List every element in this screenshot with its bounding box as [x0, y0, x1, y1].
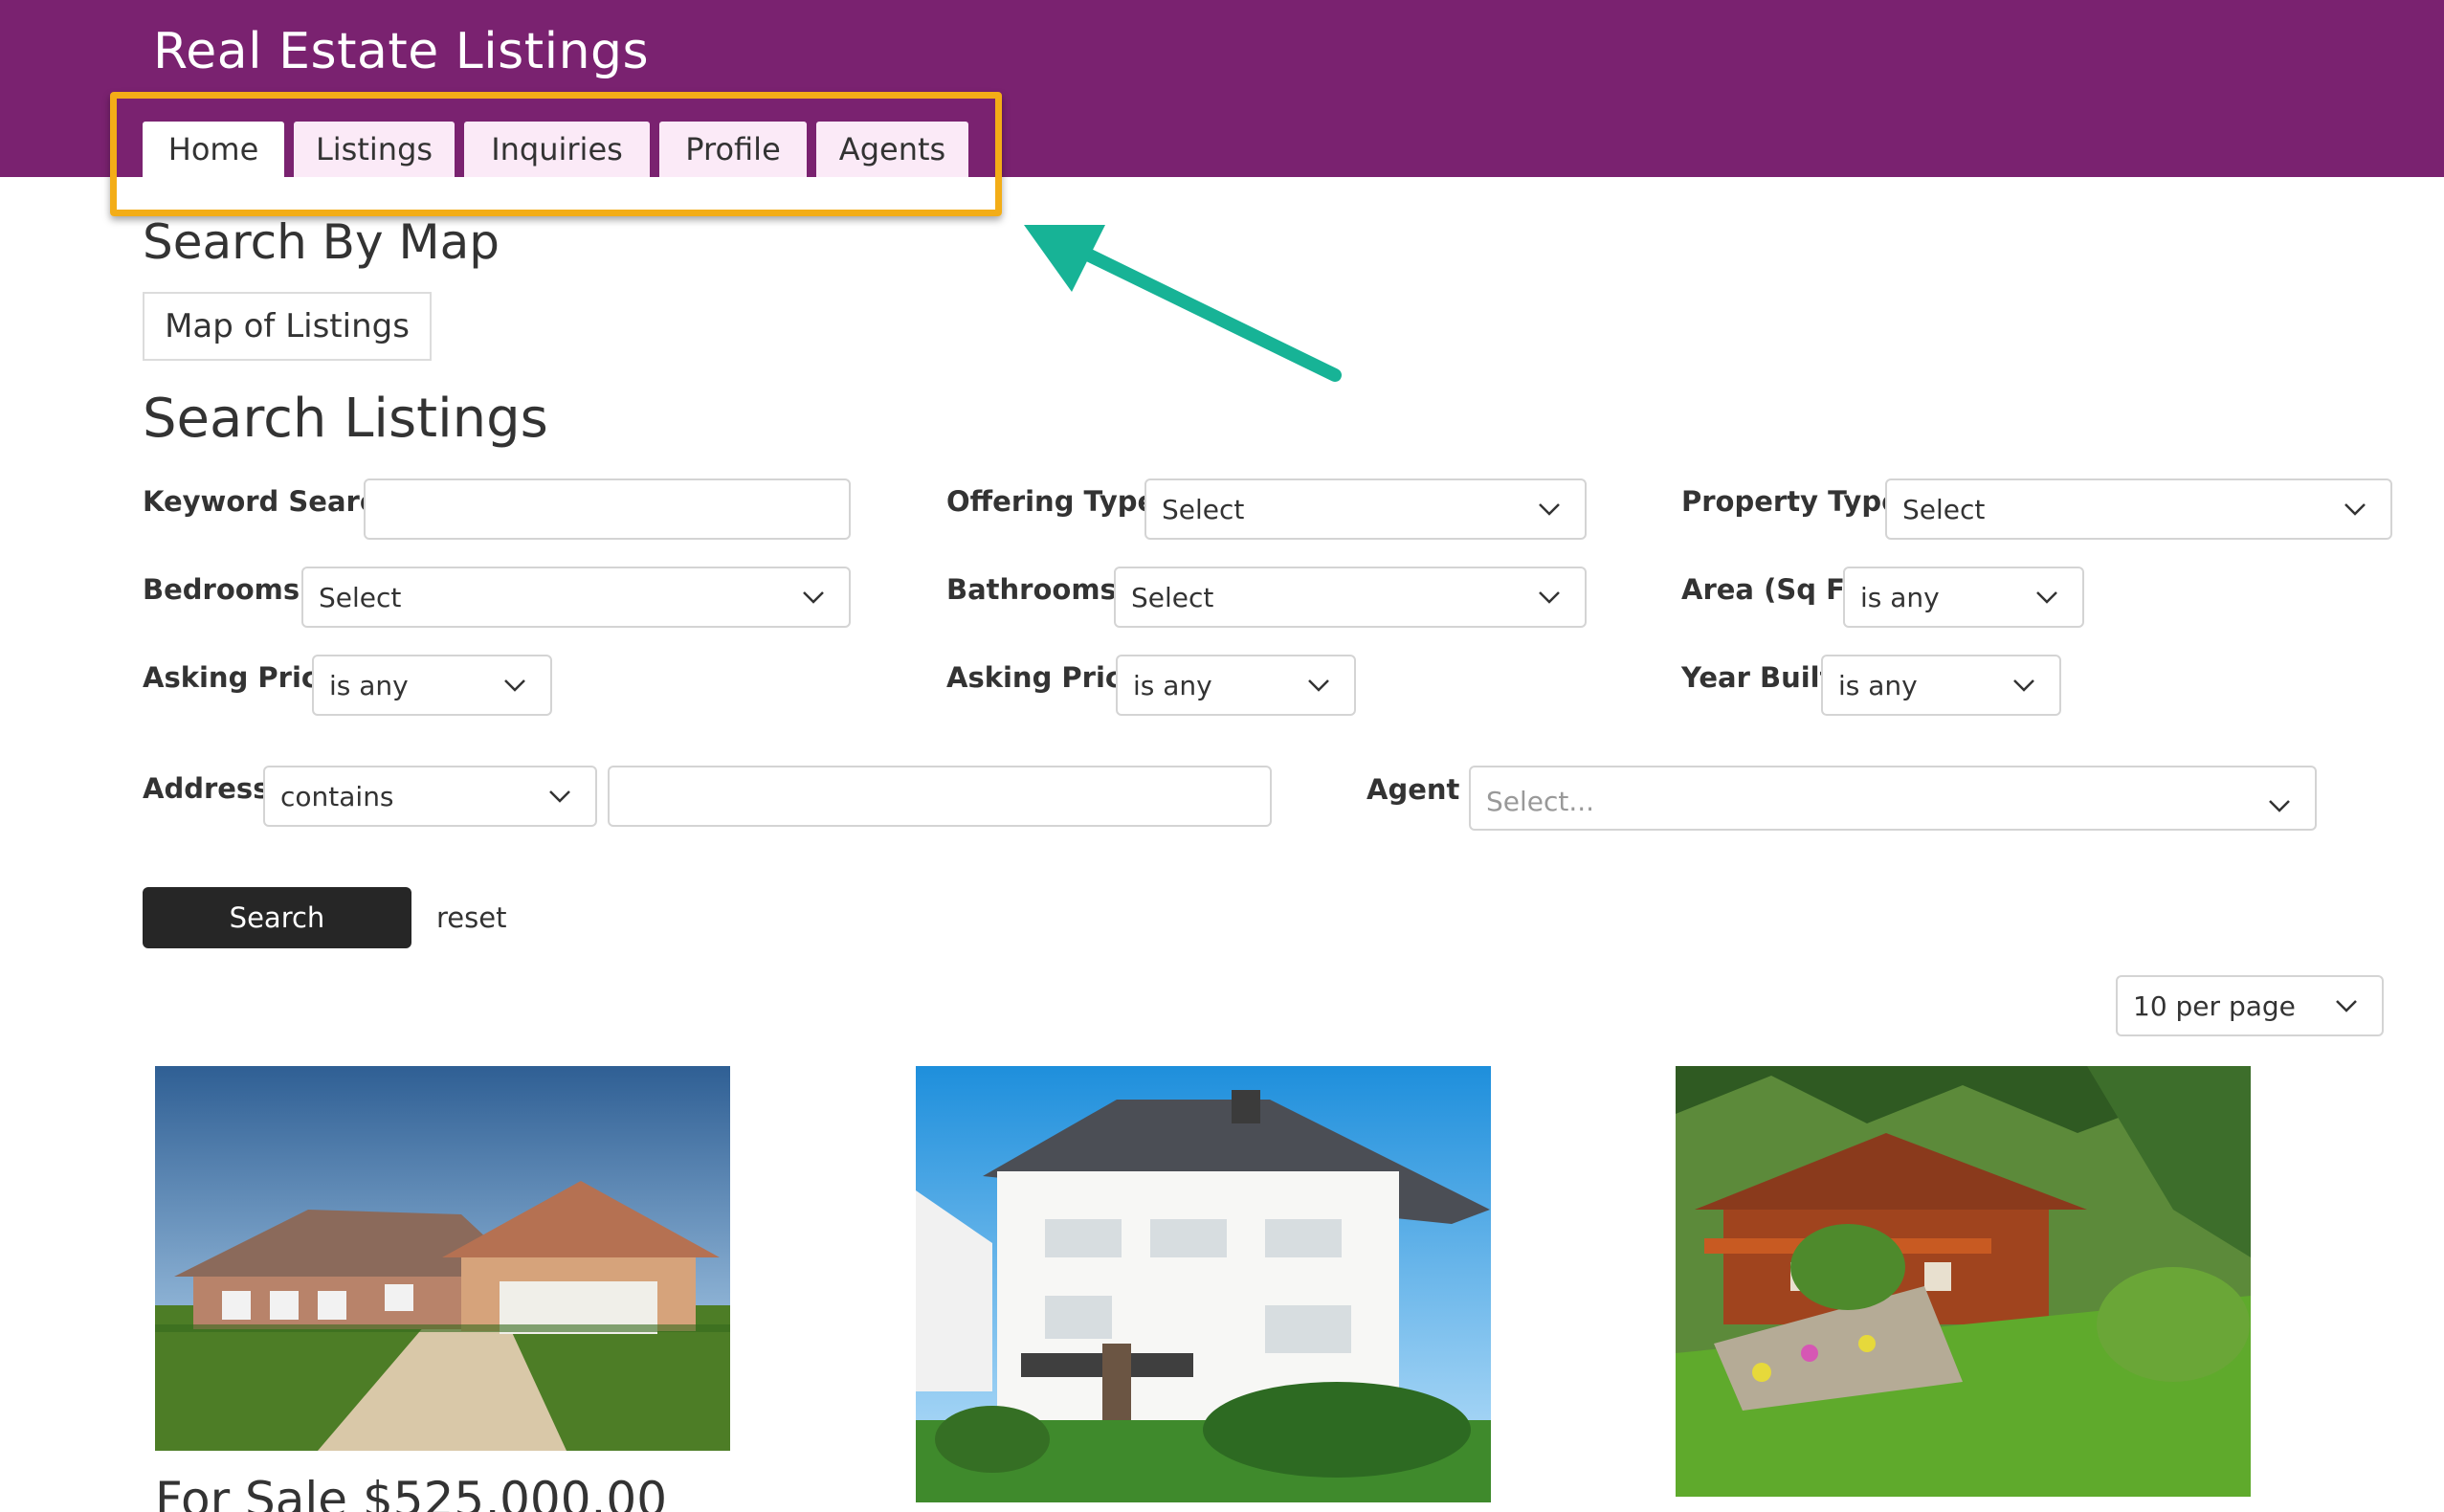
agent-select[interactable]: Select...	[1469, 766, 2317, 831]
year-built-select[interactable]: is any	[1821, 655, 2061, 716]
year-built-label: Year Built	[1681, 661, 1833, 694]
agent-label: Agent	[1366, 773, 1460, 806]
tab-inquiries[interactable]: Inquiries	[464, 122, 650, 177]
chevron-down-icon	[1539, 591, 1560, 604]
keyword-search-label: Keyword Search	[143, 485, 396, 518]
tab-listings[interactable]: Listings	[294, 122, 455, 177]
chevron-down-icon	[1308, 679, 1329, 692]
listing-photo-2[interactable]	[916, 1066, 1491, 1502]
address-operator-select[interactable]: contains	[263, 766, 597, 827]
area-select[interactable]: is any	[1843, 567, 2084, 628]
chevron-down-icon	[2013, 679, 2034, 692]
annotation-arrow-icon	[1024, 225, 1342, 382]
chevron-down-icon	[2344, 503, 2366, 516]
chevron-down-icon	[2269, 800, 2290, 812]
address-operator-value: contains	[280, 780, 394, 812]
tab-home[interactable]: Home	[143, 122, 284, 177]
year-built-value: is any	[1838, 669, 1918, 701]
listing-photo-3[interactable]	[1676, 1066, 2251, 1497]
offering-type-label: Offering Type	[946, 485, 1157, 518]
chevron-down-icon	[504, 679, 525, 692]
asking-price-value: is any	[329, 669, 409, 701]
per-page-select[interactable]: 10 per page	[2116, 975, 2384, 1036]
property-type-label: Property Type	[1681, 485, 1900, 518]
search-section-title: Search Listings	[143, 388, 548, 450]
tab-agents[interactable]: Agents	[816, 122, 968, 177]
map-of-listings-button[interactable]: Map of Listings	[143, 292, 432, 361]
site-header: Real Estate Listings Home Listings Inqui…	[0, 0, 2444, 177]
offering-type-select[interactable]: Select	[1144, 478, 1587, 540]
map-section-title: Search By Map	[143, 214, 500, 270]
main-nav: Home Listings Inquiries Profile Agents	[143, 122, 968, 177]
chevron-down-icon	[2336, 1000, 2357, 1012]
chevron-down-icon	[803, 591, 824, 604]
bedrooms-select[interactable]: Select	[301, 567, 851, 628]
offering-type-value: Select	[1162, 493, 1245, 525]
property-type-value: Select	[1902, 493, 1986, 525]
chevron-down-icon	[549, 790, 570, 803]
asking-price-label: Asking Price	[143, 661, 337, 694]
listing-price-1: For Sale $525,000.00	[155, 1472, 668, 1512]
listing-photo-1[interactable]	[155, 1066, 730, 1451]
bedrooms-label: Bedrooms	[143, 573, 300, 606]
reset-link[interactable]: reset	[436, 901, 506, 934]
area-value: is any	[1860, 581, 1940, 613]
keyword-search-input[interactable]	[364, 478, 851, 540]
search-button[interactable]: Search	[143, 887, 411, 948]
chevron-down-icon	[1539, 503, 1560, 516]
agent-placeholder: Select...	[1486, 785, 1595, 817]
bathrooms-select[interactable]: Select	[1114, 567, 1587, 628]
asking-price-label-2: Asking Price	[946, 661, 1141, 694]
address-label: Address	[143, 772, 270, 805]
per-page-value: 10 per page	[2133, 989, 2296, 1022]
property-type-select[interactable]: Select	[1885, 478, 2392, 540]
bedrooms-value: Select	[319, 581, 402, 613]
bathrooms-value: Select	[1131, 581, 1214, 613]
chevron-down-icon	[2036, 591, 2057, 604]
site-title: Real Estate Listings	[153, 23, 650, 80]
address-input[interactable]	[608, 766, 1272, 827]
bathrooms-label: Bathrooms	[946, 573, 1117, 606]
asking-price-value-2: is any	[1133, 669, 1212, 701]
tab-profile[interactable]: Profile	[659, 122, 807, 177]
asking-price-select[interactable]: is any	[312, 655, 552, 716]
asking-price-select-2[interactable]: is any	[1116, 655, 1356, 716]
